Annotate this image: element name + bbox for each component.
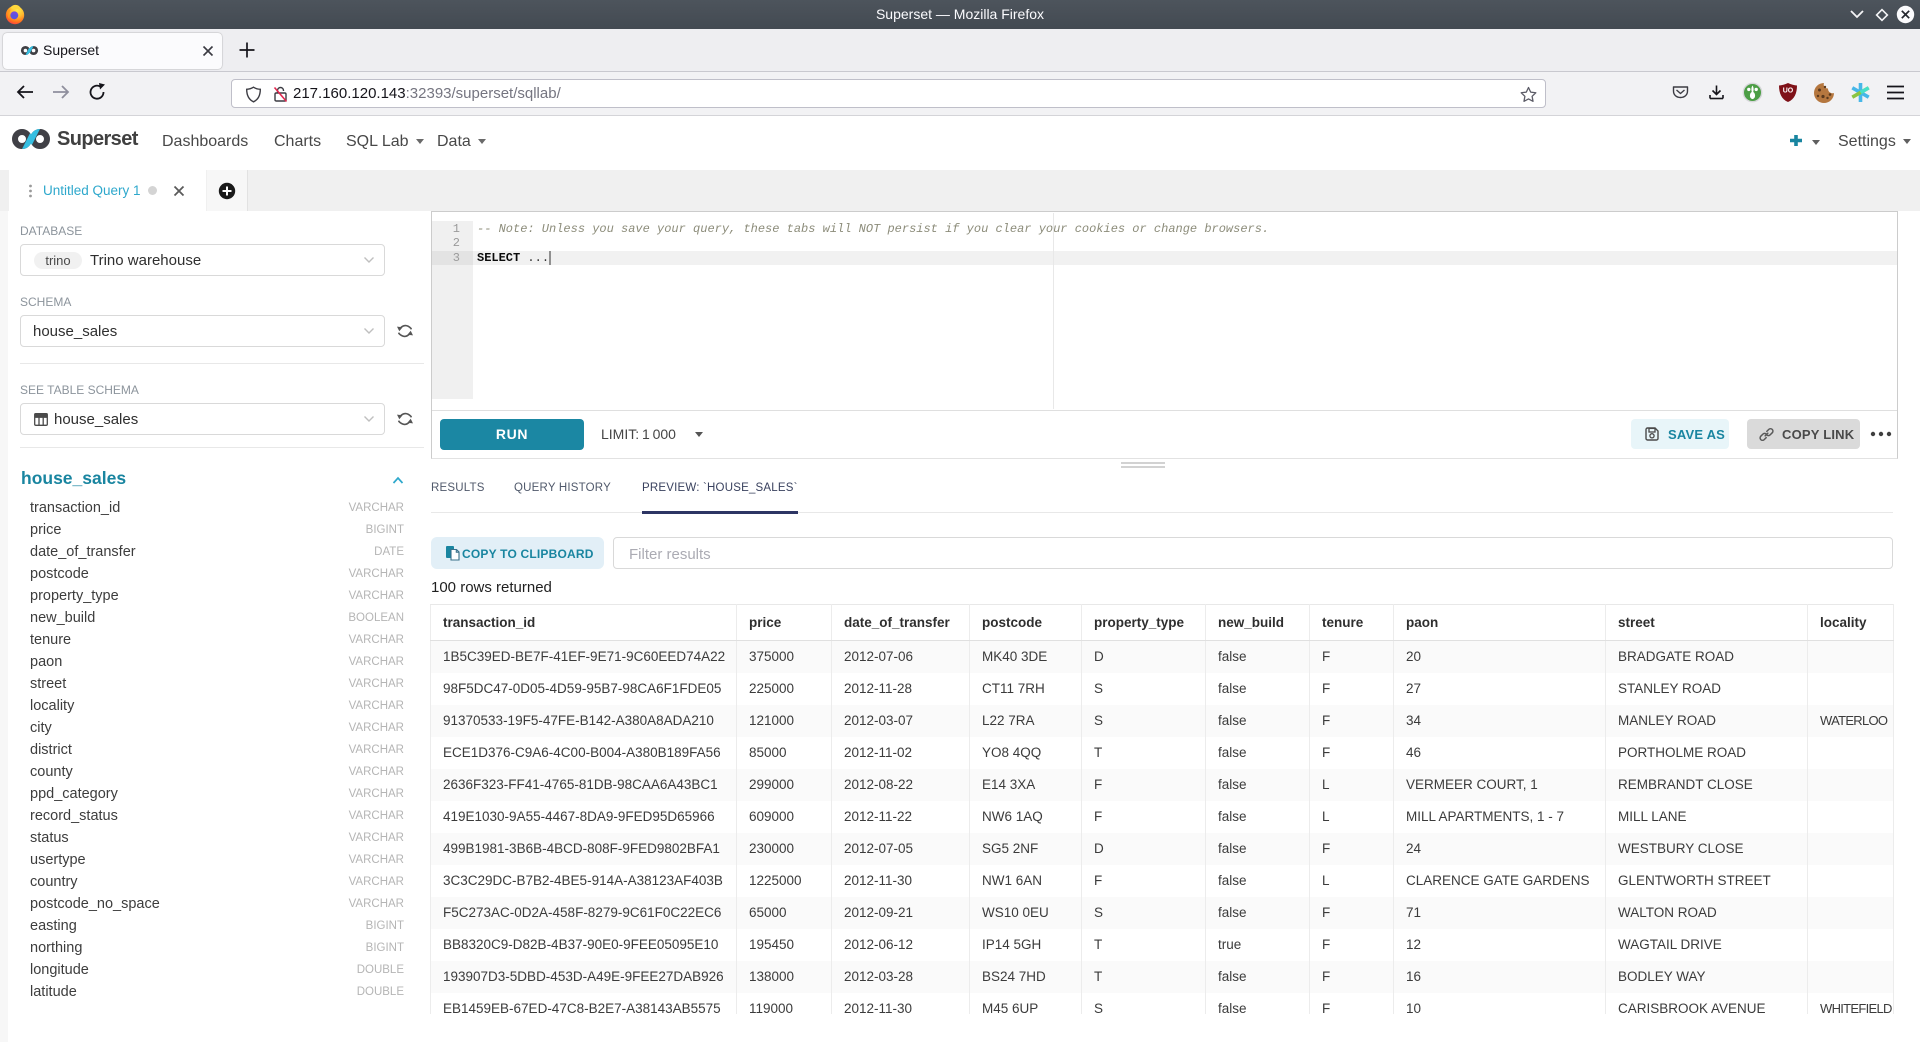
svg-text:UO: UO [1783, 88, 1794, 95]
